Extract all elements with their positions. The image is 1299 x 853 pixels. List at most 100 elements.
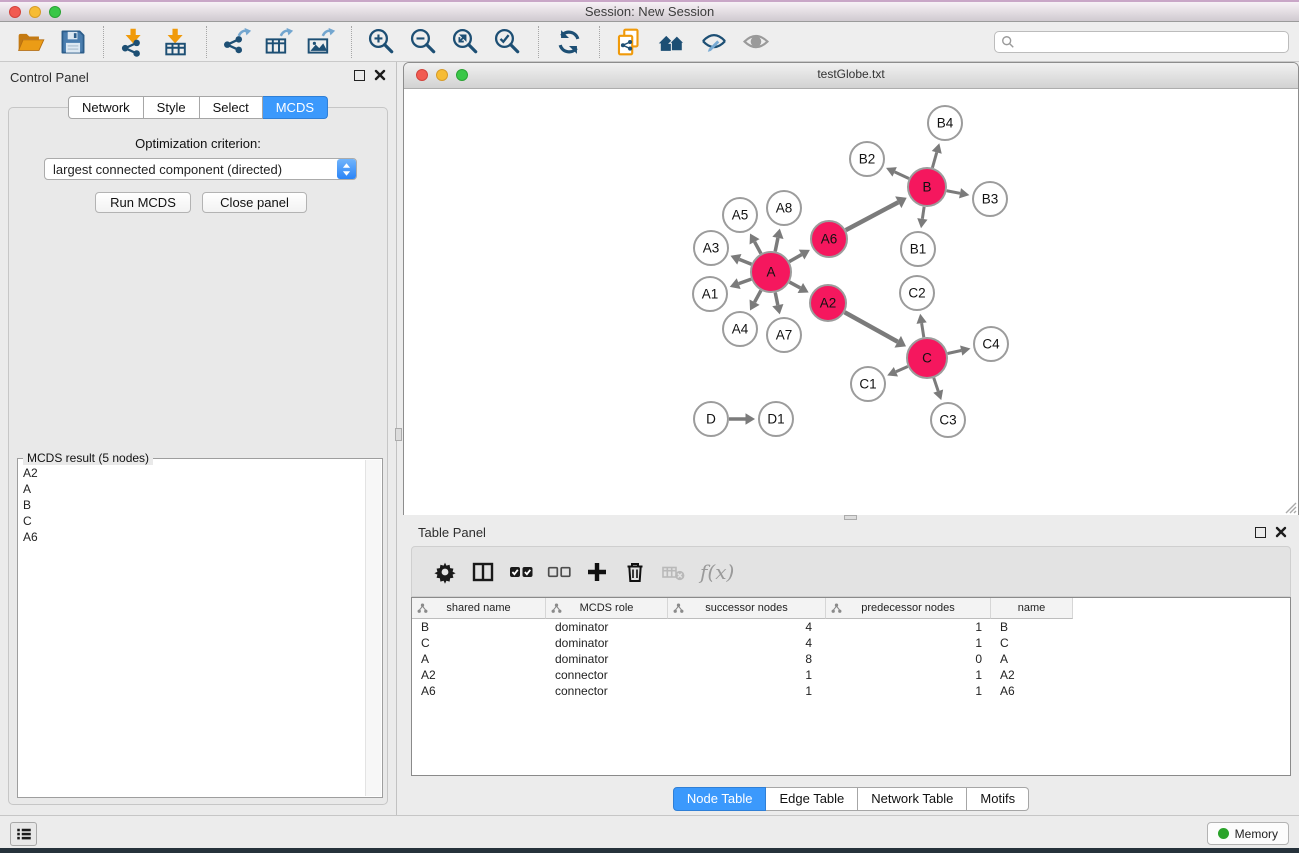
table-tab-edge-table[interactable]: Edge Table	[766, 787, 858, 811]
edge-A-A8[interactable]	[772, 229, 783, 252]
edge-B-B1[interactable]	[917, 207, 927, 228]
tab-mcds[interactable]: MCDS	[263, 96, 328, 119]
node-A5[interactable]: A5	[723, 198, 757, 232]
edge-A-A7[interactable]	[772, 293, 783, 315]
edge-C-C2[interactable]	[916, 314, 926, 337]
node-D[interactable]: D	[694, 402, 728, 436]
node-A8[interactable]: A8	[767, 191, 801, 225]
refresh-view-icon[interactable]	[551, 25, 587, 59]
table-tab-node-table[interactable]: Node Table	[673, 787, 767, 811]
export-table-icon[interactable]	[261, 25, 297, 59]
result-item[interactable]: A6	[23, 529, 364, 545]
node-A6[interactable]: A6	[811, 221, 847, 257]
table-row[interactable]: Bdominator41B	[412, 620, 1290, 636]
edge-A-A5[interactable]	[750, 233, 761, 253]
import-network-icon[interactable]	[116, 25, 152, 59]
memory-button[interactable]: Memory	[1207, 822, 1289, 845]
node-B[interactable]: B	[908, 168, 946, 206]
edge-A-A2[interactable]	[789, 282, 808, 293]
result-item[interactable]: C	[23, 513, 364, 529]
zoom-fit-icon[interactable]	[448, 25, 484, 59]
edge-B-B3[interactable]	[947, 188, 970, 198]
column-header-shared-name[interactable]: shared name	[412, 598, 546, 619]
column-header-MCDS-role[interactable]: MCDS role	[546, 598, 668, 619]
save-session-icon[interactable]	[55, 25, 91, 59]
function-builder-icon[interactable]: f(x)	[700, 560, 734, 584]
node-A7[interactable]: A7	[767, 318, 801, 352]
result-item[interactable]: B	[23, 497, 364, 513]
edge-A6-B[interactable]	[846, 196, 907, 230]
network-window-titlebar[interactable]: testGlobe.txt	[404, 63, 1298, 89]
edge-D-D1[interactable]	[729, 413, 755, 424]
network-canvas[interactable]: A A6 A2 B C A5 A8 A3 A1A4 A7 B2 B4 B3 B1 C2 C4 C1 C3 D D1	[404, 89, 1298, 515]
zoom-out-icon[interactable]	[406, 25, 442, 59]
node-B3[interactable]: B3	[973, 182, 1007, 216]
run-mcds-button[interactable]: Run MCDS	[95, 192, 191, 213]
close-panel-icon[interactable]	[374, 69, 386, 81]
column-header-name[interactable]: name	[991, 598, 1073, 619]
close-panel-button[interactable]: Close panel	[202, 192, 307, 213]
node-D1[interactable]: D1	[759, 402, 793, 436]
column-header-predecessor-nodes[interactable]: predecessor nodes	[826, 598, 991, 619]
edge-C-C4[interactable]	[948, 345, 971, 355]
clone-network-icon[interactable]	[612, 25, 648, 59]
edge-A-A3[interactable]	[730, 254, 751, 265]
task-history-button[interactable]	[10, 822, 37, 846]
edge-A-A1[interactable]	[730, 278, 751, 289]
add-column-icon[interactable]	[584, 559, 610, 585]
zoom-in-icon[interactable]	[364, 25, 400, 59]
table-row[interactable]: Cdominator41C	[412, 636, 1290, 652]
node-A2[interactable]: A2	[810, 285, 846, 321]
edge-B-B2[interactable]	[886, 167, 909, 178]
search-field[interactable]	[994, 31, 1289, 53]
show-column-panel-icon[interactable]	[470, 559, 496, 585]
tab-select[interactable]: Select	[200, 96, 263, 119]
table-row[interactable]: Adominator80A	[412, 652, 1290, 668]
select-all-columns-icon[interactable]	[508, 559, 534, 585]
export-network-icon[interactable]	[219, 25, 255, 59]
node-A3[interactable]: A3	[694, 231, 728, 265]
table-row[interactable]: A2connector11A2	[412, 668, 1290, 684]
node-C4[interactable]: C4	[974, 327, 1008, 361]
close-table-panel-icon[interactable]	[1275, 526, 1287, 538]
open-file-icon[interactable]	[13, 25, 49, 59]
node-A[interactable]: A	[751, 252, 791, 292]
export-image-icon[interactable]	[303, 25, 339, 59]
result-scrollbar[interactable]	[365, 460, 381, 796]
result-item[interactable]: A2	[23, 465, 364, 481]
node-C2[interactable]: C2	[900, 276, 934, 310]
birds-eye-view-icon[interactable]	[738, 25, 774, 59]
resize-grip-icon[interactable]	[1283, 500, 1297, 514]
tab-network[interactable]: Network	[68, 96, 144, 119]
edge-B-B4[interactable]	[932, 143, 942, 168]
tab-style[interactable]: Style	[144, 96, 200, 119]
table-settings-gear-icon[interactable]	[432, 559, 458, 585]
node-B2[interactable]: B2	[850, 142, 884, 176]
node-B1[interactable]: B1	[901, 232, 935, 266]
search-input[interactable]	[1015, 34, 1288, 50]
edge-A-A6[interactable]	[789, 250, 810, 262]
home-layout-icon[interactable]	[654, 25, 690, 59]
zoom-selected-icon[interactable]	[490, 25, 526, 59]
edge-C-C1[interactable]	[887, 366, 908, 376]
column-header-successor-nodes[interactable]: successor nodes	[668, 598, 826, 619]
edge-A-A4[interactable]	[750, 290, 761, 310]
show-hide-graphics-icon[interactable]	[696, 25, 732, 59]
node-A4[interactable]: A4	[723, 312, 757, 346]
table-row[interactable]: A6connector11A6	[412, 684, 1290, 700]
delete-columns-icon[interactable]	[622, 559, 648, 585]
table-tab-motifs[interactable]: Motifs	[967, 787, 1029, 811]
node-C3[interactable]: C3	[931, 403, 965, 437]
table-tab-network-table[interactable]: Network Table	[858, 787, 967, 811]
node-C1[interactable]: C1	[851, 367, 885, 401]
node-B4[interactable]: B4	[928, 106, 962, 140]
node-C[interactable]: C	[907, 338, 947, 378]
edge-C-C3[interactable]	[933, 378, 943, 400]
node-A1[interactable]: A1	[693, 277, 727, 311]
unselect-all-columns-icon[interactable]	[546, 559, 572, 585]
float-panel-icon[interactable]	[354, 70, 365, 81]
float-table-panel-icon[interactable]	[1255, 527, 1266, 538]
criterion-dropdown[interactable]: largest connected component (directed)	[44, 158, 357, 180]
result-item[interactable]: A	[23, 481, 364, 497]
vertical-divider-grip[interactable]	[395, 428, 402, 441]
